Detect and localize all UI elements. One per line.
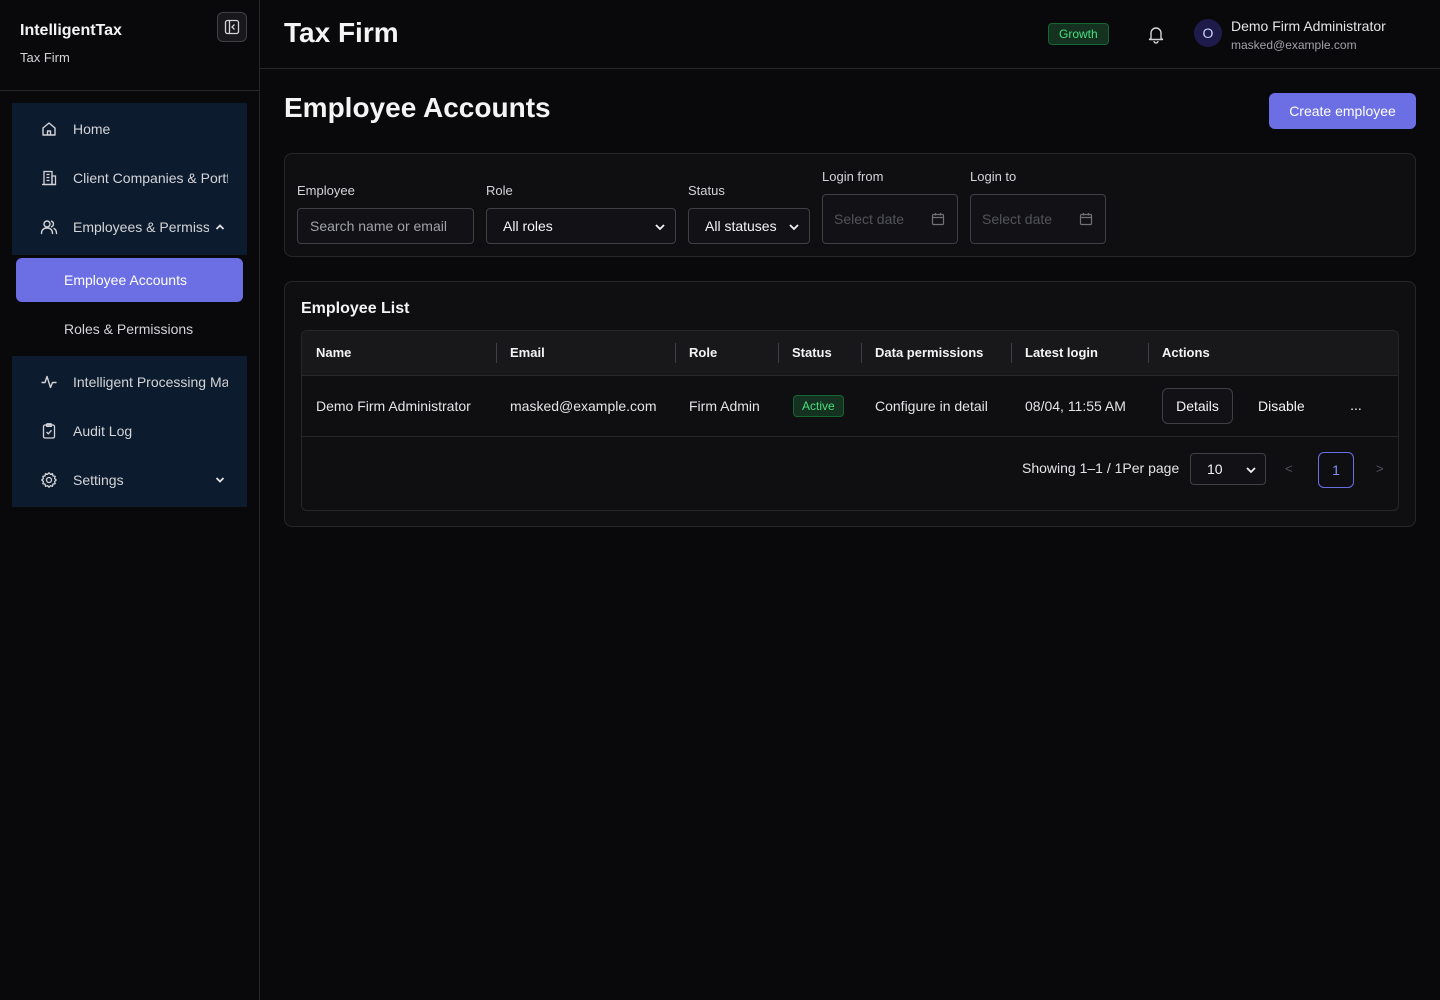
- column-header-status[interactable]: Status: [792, 331, 832, 375]
- sidebar-item-settings[interactable]: Settings: [12, 458, 247, 502]
- sidebar-divider: [0, 90, 259, 91]
- header-title: Tax Firm: [284, 17, 399, 48]
- chevron-up-icon: [215, 224, 225, 230]
- cell-role: Firm Admin: [689, 398, 760, 414]
- brand-name: IntelligentTax: [20, 22, 122, 39]
- top-header: Tax Firm Growth O Demo Firm Administrato…: [260, 0, 1440, 69]
- status-select[interactable]: All statuses: [688, 208, 810, 244]
- sidebar-subnav: Employee Accounts Roles & Permissions: [12, 255, 247, 356]
- gear-icon: [40, 471, 58, 489]
- employee-table: Name Email Role Status Data permissions …: [301, 330, 1399, 511]
- brand: IntelligentTax Tax Firm: [20, 22, 122, 65]
- employee-filter-label: Employee: [297, 183, 355, 198]
- user-name[interactable]: Demo Firm Administrator: [1231, 18, 1386, 34]
- filter-panel: Employee Search name or email Role All r…: [284, 153, 1416, 257]
- column-header-data-permissions[interactable]: Data permissions: [875, 331, 983, 375]
- page-size-select[interactable]: 10: [1190, 453, 1266, 485]
- cell-name: Demo Firm Administrator: [316, 398, 471, 414]
- disable-button[interactable]: Disable: [1258, 388, 1305, 424]
- sidebar-subitem-employee-accounts[interactable]: Employee Accounts: [16, 258, 243, 302]
- more-actions-button[interactable]: ...: [1348, 388, 1364, 424]
- sidebar-item-intelligent-processing[interactable]: Intelligent Processing Management: [12, 360, 247, 404]
- status-filter-label: Status: [688, 183, 725, 198]
- cell-data-permissions[interactable]: Configure in detail: [875, 376, 988, 436]
- sidebar-item-label: Home: [73, 121, 111, 137]
- cell-email: masked@example.com: [510, 398, 657, 414]
- sidebar-item-label: Intelligent Processing Management: [73, 374, 228, 390]
- column-header-latest-login[interactable]: Latest login: [1025, 331, 1098, 375]
- login-from-date-picker[interactable]: Select date: [822, 194, 958, 244]
- page-title: Employee Accounts: [284, 92, 551, 123]
- column-divider: [496, 343, 497, 363]
- plan-badge: Growth: [1048, 23, 1109, 45]
- sidebar-item-label: Settings: [73, 472, 124, 488]
- notifications-button[interactable]: [1146, 24, 1166, 44]
- login-from-placeholder: Select date: [834, 211, 905, 227]
- cell-latest-login: 08/04, 11:55 AM: [1025, 398, 1126, 414]
- column-header-actions: Actions: [1162, 345, 1210, 360]
- sidebar-subitem-roles-permissions[interactable]: Roles & Permissions: [16, 307, 243, 351]
- clipboard-icon: [42, 423, 56, 439]
- users-icon: [40, 220, 58, 235]
- building-icon: [42, 170, 57, 186]
- chevron-down-icon: [215, 477, 225, 483]
- pagination-summary: Showing 1–1 / 1Per page: [1022, 460, 1180, 476]
- page-size-value: 10: [1207, 461, 1223, 477]
- bell-icon: [1148, 27, 1164, 44]
- chevron-down-icon: [1246, 467, 1256, 474]
- sidebar-item-label: Client Companies & Portfolios: [73, 170, 228, 186]
- sidebar-item-label: Employees & Permissions: [73, 219, 209, 235]
- column-divider: [1011, 343, 1012, 363]
- column-divider: [1148, 343, 1149, 363]
- role-select[interactable]: All roles: [486, 208, 676, 244]
- login-to-label: Login to: [970, 169, 1017, 184]
- status-badge: Active: [793, 395, 844, 417]
- employee-list-card: Employee List Name Email Role Status Dat…: [284, 281, 1416, 527]
- create-employee-button[interactable]: Create employee: [1269, 93, 1416, 129]
- table-header: Name Email Role Status Data permissions …: [302, 331, 1398, 376]
- table-row: Demo Firm Administrator masked@example.c…: [302, 376, 1398, 437]
- home-icon: [42, 122, 56, 136]
- calendar-icon: [1079, 213, 1093, 226]
- employee-search-input[interactable]: Search name or email: [297, 208, 474, 244]
- pagination-next-button[interactable]: >: [1376, 461, 1384, 476]
- chevron-down-icon: [789, 224, 799, 231]
- avatar[interactable]: O: [1194, 19, 1222, 47]
- sidebar-collapse-icon: [224, 19, 240, 35]
- sidebar-item-home[interactable]: Home: [12, 107, 247, 151]
- column-header-name[interactable]: Name: [316, 331, 351, 375]
- login-to-date-picker[interactable]: Select date: [970, 194, 1106, 244]
- pagination-prev-button[interactable]: <: [1285, 461, 1293, 476]
- column-divider: [675, 343, 676, 363]
- pagination-page-button[interactable]: 1: [1318, 452, 1354, 488]
- role-filter-label: Role: [486, 183, 513, 198]
- sidebar: IntelligentTax Tax Firm Home Client Comp…: [0, 0, 260, 1000]
- activity-icon: [41, 375, 57, 389]
- user-email: masked@example.com: [1231, 38, 1357, 52]
- column-header-email[interactable]: Email: [510, 331, 545, 375]
- role-select-value: All roles: [503, 218, 553, 234]
- calendar-icon: [931, 213, 945, 226]
- sidebar-subitem-label: Roles & Permissions: [64, 321, 194, 337]
- sidebar-item-employees-permissions[interactable]: Employees & Permissions: [12, 205, 247, 249]
- sidebar-collapse-button[interactable]: [217, 12, 247, 42]
- sidebar-item-client-companies[interactable]: Client Companies & Portfolios: [12, 156, 247, 200]
- status-select-value: All statuses: [705, 218, 777, 234]
- sidebar-item-audit-log[interactable]: Audit Log: [12, 409, 247, 453]
- employee-list-title: Employee List: [301, 300, 410, 317]
- details-button[interactable]: Details: [1162, 388, 1233, 424]
- sidebar-nav: Home Client Companies & Portfolios Emplo…: [12, 103, 247, 507]
- column-header-role[interactable]: Role: [689, 331, 717, 375]
- brand-subtitle: Tax Firm: [20, 50, 70, 65]
- login-from-label: Login from: [822, 169, 884, 184]
- column-divider: [861, 343, 862, 363]
- chevron-down-icon: [655, 224, 665, 231]
- column-divider: [778, 343, 779, 363]
- login-to-placeholder: Select date: [982, 211, 1053, 227]
- sidebar-subitem-label: Employee Accounts: [64, 272, 187, 288]
- sidebar-item-label: Audit Log: [73, 423, 133, 439]
